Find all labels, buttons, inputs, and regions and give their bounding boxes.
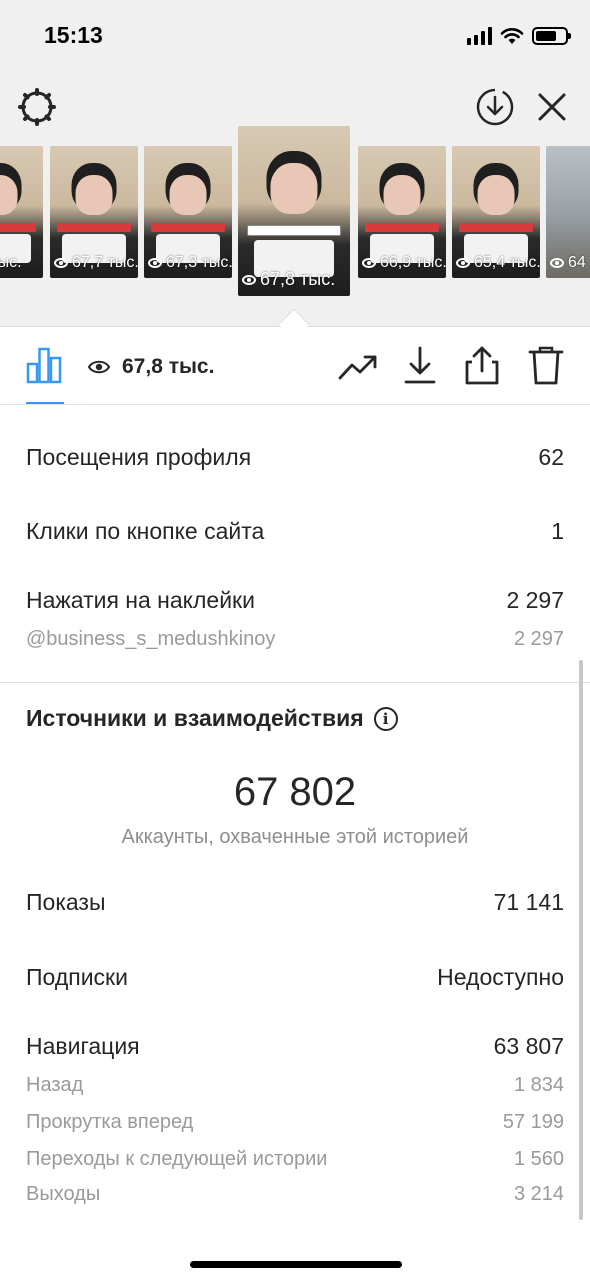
settings-gear-icon[interactable] [16,86,58,128]
eye-icon [88,360,110,374]
exits-row: Выходы 3 214 [26,1183,564,1206]
story-views: 66,9 тыс. [362,254,446,272]
story-thumbnail[interactable]: 64 [546,146,590,278]
metric-value: 71 141 [493,889,564,915]
trending-icon[interactable] [336,347,380,387]
story-toolbar [0,82,590,132]
story-views: 1 тыс. [0,254,22,271]
wifi-icon [500,28,524,44]
metric-value: 2 297 [506,587,564,613]
metric-label: Нажатия на наклейки [26,587,255,613]
metric-value: 63 807 [493,1033,564,1059]
story-thumbnail[interactable]: 67,3 тыс. [144,146,232,278]
metric-value: 1 560 [513,1148,564,1170]
website-clicks-row: Клики по кнопке сайта 1 [26,518,564,545]
status-bar: 15:13 [0,0,590,70]
metric-label: @business_s_medushkinoy [26,628,276,650]
back-row: Назад 1 834 [26,1074,564,1097]
metric-label: Навигация [26,1033,140,1059]
metric-value: 3 214 [513,1183,564,1205]
eye-icon [242,274,256,285]
metric-value: Недоступно [437,964,564,990]
story-thumbnail[interactable]: 67,7 тыс. [50,146,138,278]
reach-caption: Аккаунты, охваченные этой историей [121,826,469,848]
download-circle-icon[interactable] [474,86,516,128]
battery-icon [532,27,571,45]
close-icon[interactable] [533,88,571,126]
metric-label: Выходы [26,1183,101,1205]
active-tab-indicator [26,402,64,404]
story-thumbnail-selected[interactable]: 67,8 тыс. [238,126,350,296]
sticker-mention-row: @business_s_medushkinoy 2 297 [26,628,564,651]
story-thumbnail[interactable]: 65,4 тыс. [452,146,540,278]
story-views: 67,8 тыс. [242,269,335,290]
navigation-row: Навигация 63 807 [26,1033,564,1060]
eye-icon [550,258,564,268]
metric-value: 1 [551,518,564,544]
sticker-taps-row: Нажатия на наклейки 2 297 [26,587,564,614]
story-thumbnail[interactable]: 66,9 тыс. [358,146,446,278]
status-icons [467,24,571,48]
metric-label: Посещения профиля [26,444,252,470]
scrollbar[interactable] [579,660,583,1220]
story-views: 64 [550,254,586,272]
metric-label: Назад [26,1074,84,1096]
metric-value: 1 834 [513,1074,564,1096]
eye-icon [456,258,470,268]
trash-icon[interactable] [526,343,566,387]
metric-label: Клики по кнопке сайта [26,518,265,544]
metric-value: 62 [538,444,564,470]
forward-row: Прокрутка вперед 57 199 [26,1111,564,1134]
metric-value: 2 297 [513,628,564,650]
metric-label: Подписки [26,964,128,990]
bar-chart-icon[interactable] [24,345,64,385]
follows-row: Подписки Недоступно [26,964,564,991]
next-story-row: Переходы к следующей истории 1 560 [26,1148,564,1171]
story-views-count: 67,8 тыс. [88,355,214,379]
story-preview-area: 15:13 ыс. 67,7 тыс. 67,3 тыс. 67,8 тыс. … [0,0,590,327]
cellular-signal-icon [467,27,492,45]
reach-value: 67 802 [233,770,357,814]
profile-visits-row: Посещения профиля 62 [26,444,564,471]
story-views: 67,7 тыс. [54,254,138,272]
impressions-row: Показы 71 141 [26,889,564,916]
home-indicator[interactable] [190,1261,402,1268]
story-views: 65,4 тыс. [456,254,540,272]
metric-label: Показы [26,889,106,915]
metric-label: Прокрутка вперед [26,1111,194,1133]
metric-label: Переходы к следующей истории [26,1148,328,1170]
story-views: 67,3 тыс. [148,254,232,272]
share-icon[interactable] [462,343,502,387]
eye-icon [362,258,376,268]
download-icon[interactable] [400,343,440,387]
story-thumbnail[interactable]: 1 тыс. [0,146,43,278]
info-icon[interactable]: i [373,706,398,731]
status-time: 15:13 [44,22,103,48]
section-divider [0,682,590,683]
eye-icon [54,258,68,268]
discovery-section-title: Источники и взаимодействия i [26,705,398,732]
eye-icon [148,258,162,268]
metric-value: 57 199 [502,1111,564,1133]
story-thumbnails: 1 тыс. 67,7 тыс. 67,3 тыс. 67,8 тыс. 66,… [0,126,590,301]
insights-toolbar: 67,8 тыс. [0,327,590,405]
